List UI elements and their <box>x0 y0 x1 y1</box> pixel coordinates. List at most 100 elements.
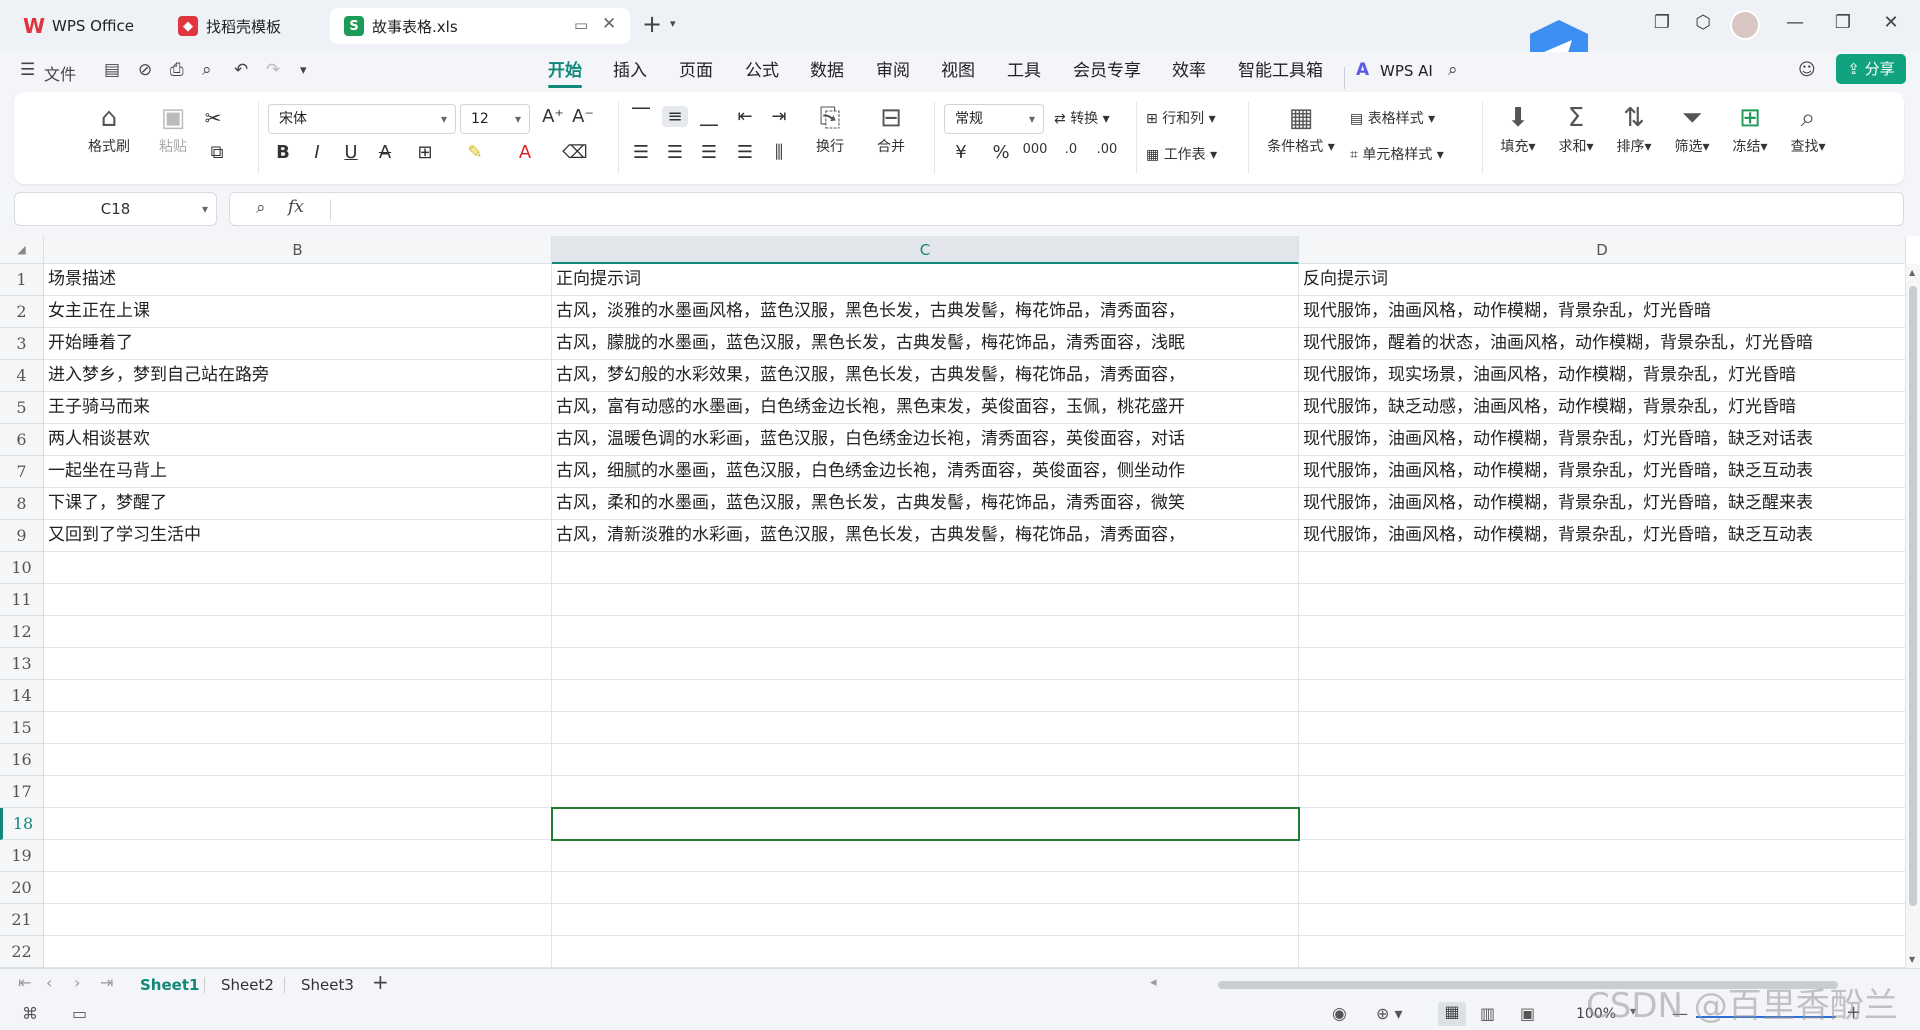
cell-c7[interactable]: 古风，细腻的水墨画，蓝色汉服，白色绣金边长袍，清秀面容，英俊面容，侧坐动作 <box>552 456 1299 488</box>
paste-button[interactable]: ▣ 粘贴 <box>148 102 198 156</box>
align-middle-icon[interactable]: ≡ <box>662 106 688 127</box>
comment-icon[interactable]: ☺ <box>1798 60 1816 80</box>
row-header-8[interactable]: 8 <box>0 488 44 520</box>
sheet-view-icon[interactable]: ▭ <box>72 1004 87 1023</box>
eye-protection-icon[interactable]: ◉ <box>1332 1004 1347 1024</box>
cell-b4[interactable]: 进入梦乡，梦到自己站在路旁 <box>44 360 552 392</box>
cell-c21[interactable] <box>552 904 1299 936</box>
cell-c6[interactable]: 古风，温暖色调的水彩画，蓝色汉服，白色绣金边长袍，清秀面容，英俊面容，对话 <box>552 424 1299 456</box>
align-right-icon[interactable]: ☰ <box>696 142 722 163</box>
cell-d9[interactable]: 现代服饰，油画风格，动作模糊，背景杂乱，灯光昏暗，缺乏互动表 <box>1299 520 1906 552</box>
cell-d11[interactable] <box>1299 584 1906 616</box>
align-left-icon[interactable]: ☰ <box>628 142 654 163</box>
cell-d20[interactable] <box>1299 872 1906 904</box>
cell-b21[interactable] <box>44 904 552 936</box>
cell-b5[interactable]: 王子骑马而来 <box>44 392 552 424</box>
row-header-7[interactable]: 7 <box>0 456 44 488</box>
cell-b11[interactable] <box>44 584 552 616</box>
row-header-21[interactable]: 21 <box>0 904 44 936</box>
cell-b1[interactable]: 场景描述 <box>44 264 552 296</box>
add-sheet-icon[interactable]: + <box>372 970 389 994</box>
last-sheet-icon[interactable]: ⇥ <box>100 973 113 992</box>
cell-d12[interactable] <box>1299 616 1906 648</box>
new-tab-icon[interactable]: + <box>642 10 662 38</box>
cell-c11[interactable] <box>552 584 1299 616</box>
cell-b7[interactable]: 一起坐在马背上 <box>44 456 552 488</box>
currency-icon[interactable]: ¥ <box>948 142 974 163</box>
fill-color-icon[interactable]: ✎ <box>462 142 488 163</box>
table-style-button[interactable]: ▤ 表格样式 ▾ <box>1350 108 1435 128</box>
conditional-format-button[interactable]: ▦ 条件格式 ▾ <box>1262 102 1340 156</box>
select-all-corner[interactable]: ◢ <box>0 236 44 264</box>
tab-data[interactable]: 数据 <box>810 56 844 86</box>
tab-page[interactable]: 页面 <box>679 56 713 86</box>
sort-button[interactable]: ⇅ 排序▾ <box>1610 102 1658 156</box>
share-link-icon[interactable]: ⊘ <box>138 60 152 80</box>
decrease-decimal-icon[interactable]: .00 <box>1094 142 1120 157</box>
row-header-22[interactable]: 22 <box>0 936 44 968</box>
cell-c8[interactable]: 古风，柔和的水墨画，蓝色汉服，黑色长发，古典发髻，梅花饰品，清秀面容，微笑 <box>552 488 1299 520</box>
increase-font-icon[interactable]: A⁺ <box>540 106 566 127</box>
cell-d22[interactable] <box>1299 936 1906 968</box>
convert-button[interactable]: ⇄ 转换 ▾ <box>1054 108 1110 128</box>
row-header-6[interactable]: 6 <box>0 424 44 456</box>
close-window-icon[interactable]: ✕ <box>1876 12 1906 33</box>
number-format-select[interactable]: 常规 ▾ <box>944 104 1044 134</box>
increase-indent-icon[interactable]: ⇥ <box>766 106 792 127</box>
column-header-b[interactable]: B <box>44 236 552 264</box>
page-break-icon[interactable]: ▣ <box>1520 1004 1535 1023</box>
name-box[interactable]: C18 ▾ <box>14 192 217 226</box>
cell-style-button[interactable]: ⌗ 单元格样式 ▾ <box>1350 144 1444 164</box>
cell-c14[interactable] <box>552 680 1299 712</box>
column-header-d[interactable]: D <box>1299 236 1906 264</box>
row-header-20[interactable]: 20 <box>0 872 44 904</box>
cut-icon[interactable]: ✂ <box>200 106 226 130</box>
decrease-font-icon[interactable]: A⁻ <box>570 106 596 127</box>
next-sheet-icon[interactable]: › <box>74 973 80 992</box>
file-menu[interactable]: 文件 <box>44 61 76 85</box>
cell-b18[interactable] <box>44 808 552 840</box>
percent-icon[interactable]: % <box>988 142 1014 163</box>
thousands-icon[interactable]: 000 <box>1022 142 1048 157</box>
distributed-icon[interactable]: ⫼ <box>766 142 792 163</box>
sheet-tab-sheet3[interactable]: Sheet3 <box>301 973 354 997</box>
cell-d10[interactable] <box>1299 552 1906 584</box>
scroll-left-icon[interactable]: ◂ <box>1150 975 1157 990</box>
formula-input[interactable]: ⌕ fx <box>229 192 1904 226</box>
cell-d6[interactable]: 现代服饰，油画风格，动作模糊，背景杂乱，灯光昏暗，缺乏对话表 <box>1299 424 1906 456</box>
cell-d16[interactable] <box>1299 744 1906 776</box>
avatar[interactable] <box>1730 10 1760 40</box>
format-painter-button[interactable]: ⌂ 格式刷 <box>84 102 134 156</box>
window-tile-icon[interactable]: ❐ <box>1647 12 1677 33</box>
chevron-down-icon[interactable]: ▾ <box>670 17 676 30</box>
cell-c16[interactable] <box>552 744 1299 776</box>
cell-c19[interactable] <box>552 840 1299 872</box>
tab-insert[interactable]: 插入 <box>613 56 647 86</box>
cell-c5[interactable]: 古风，富有动感的水墨画，白色绣金边长袍，黑色束发，英俊面容，玉佩，桃花盛开 <box>552 392 1299 424</box>
fill-button[interactable]: ⬇ 填充▾ <box>1494 102 1542 156</box>
tab-docer[interactable]: ◆ 找稻壳模板 <box>164 8 324 44</box>
merge-button[interactable]: ⊟ 合并 <box>864 102 918 156</box>
increase-decimal-icon[interactable]: .0 <box>1058 142 1084 157</box>
row-header-11[interactable]: 11 <box>0 584 44 616</box>
cell-c13[interactable] <box>552 648 1299 680</box>
selected-cell-c18[interactable] <box>551 807 1300 841</box>
cell-d7[interactable]: 现代服饰，油画风格，动作模糊，背景杂乱，灯光昏暗，缺乏互动表 <box>1299 456 1906 488</box>
cell-b17[interactable] <box>44 776 552 808</box>
worksheet-button[interactable]: ▦ 工作表 ▾ <box>1146 144 1217 164</box>
cell-c12[interactable] <box>552 616 1299 648</box>
align-center-icon[interactable]: ☰ <box>662 142 688 163</box>
cell-d4[interactable]: 现代服饰，现实场景，油画风格，动作模糊，背景杂乱，灯光昏暗 <box>1299 360 1906 392</box>
cell-d14[interactable] <box>1299 680 1906 712</box>
quick-access-more-icon[interactable]: ▾ <box>300 63 307 78</box>
row-header-2[interactable]: 2 <box>0 296 44 328</box>
cell-d19[interactable] <box>1299 840 1906 872</box>
align-top-icon[interactable]: ⎺ <box>628 106 654 127</box>
cell-b12[interactable] <box>44 616 552 648</box>
cell-c20[interactable] <box>552 872 1299 904</box>
print-preview-icon[interactable]: ⌕ <box>202 60 212 80</box>
cell-d1[interactable]: 反向提示词 <box>1299 264 1906 296</box>
cell-b19[interactable] <box>44 840 552 872</box>
cell-c17[interactable] <box>552 776 1299 808</box>
justify-icon[interactable]: ☰ <box>732 142 758 163</box>
